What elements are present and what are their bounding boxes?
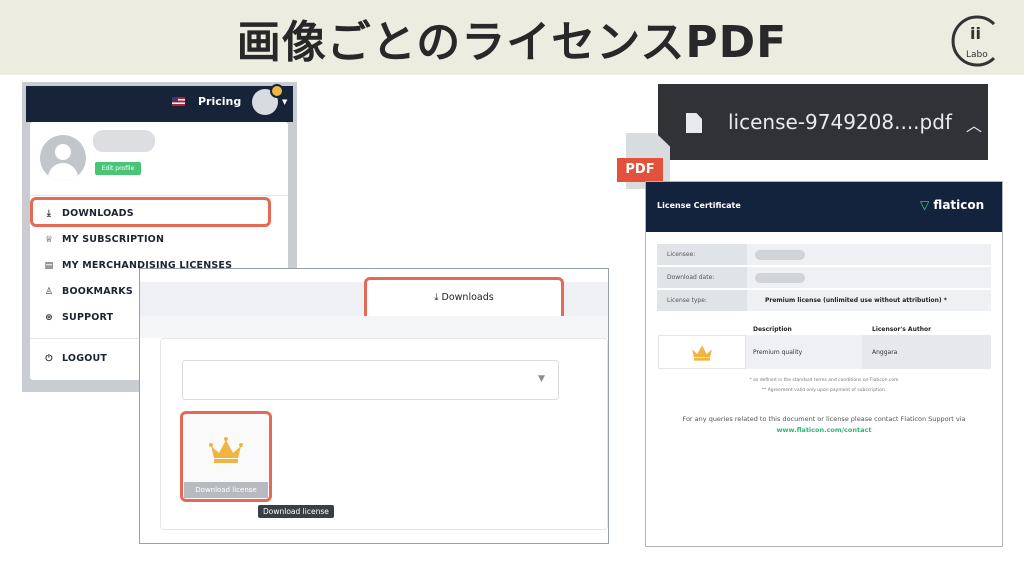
download-item-highlight-box — [180, 411, 272, 502]
contact-link[interactable]: www.flaticon.com/contact — [657, 426, 991, 434]
pricing-link[interactable]: Pricing — [198, 95, 241, 108]
terms-note: * as defined in the standard terms and c… — [749, 378, 899, 383]
flaticon-mark-icon: ▽ — [920, 198, 930, 212]
power-icon: ⏻ — [45, 353, 53, 364]
col-author-header: Licensor's Author — [872, 326, 932, 333]
bookmark-icon: ♙ — [44, 286, 54, 297]
us-flag-icon[interactable] — [172, 97, 185, 106]
logo-text: Labo — [966, 50, 988, 60]
downloaded-file-name[interactable]: license-9749208....pdf — [728, 110, 952, 134]
menu-item-label: DOWNLOADS — [62, 208, 134, 219]
select-caret-icon[interactable]: ▼ — [538, 374, 545, 384]
menu-item-label: BOOKMARKS — [62, 286, 133, 297]
license-icon: ▤ — [44, 260, 54, 271]
menu-item-label: MY SUBSCRIPTION — [62, 234, 165, 245]
product-author: Anggara — [872, 349, 898, 356]
menu-item-logout[interactable]: ⏻ LOGOUT — [44, 353, 107, 364]
menu-item-label: LOGOUT — [62, 353, 108, 364]
crown-icon: ♕ — [44, 234, 54, 245]
menu-item-support[interactable]: ⊛ SUPPORT — [44, 312, 113, 323]
licensee-row: Licensee: — [657, 244, 991, 265]
downloads-tab-highlight-box — [364, 277, 564, 321]
redacted-value — [755, 250, 805, 260]
menu-item-bookmarks[interactable]: ♙ BOOKMARKS — [44, 286, 133, 297]
chevron-up-icon[interactable]: ︿ — [966, 112, 982, 136]
pdf-badge: PDF — [617, 158, 663, 182]
brand-name: flaticon — [933, 198, 985, 212]
col-description-header: Description — [753, 326, 792, 333]
support-icon: ⊛ — [45, 312, 53, 323]
download-icon: ⤓ — [46, 208, 52, 219]
profile-name-placeholder — [93, 130, 155, 152]
logo-glyph: ii — [970, 24, 981, 43]
contact-text: For any queries related to this document… — [682, 415, 966, 423]
license-type-row: License type: Premium license (unlimited… — [657, 290, 991, 311]
row-key: Licensee: — [657, 244, 747, 265]
crown-icon — [692, 345, 712, 361]
chevron-down-icon[interactable]: ▼ — [282, 98, 287, 106]
slide-title: 画像ごとのライセンスPDF — [236, 17, 788, 68]
subheader-strip — [140, 316, 608, 338]
edit-profile-button[interactable]: Edit profile — [95, 162, 141, 175]
row-value: Premium license (unlimited use without a… — [765, 297, 947, 304]
profile-avatar — [40, 135, 86, 181]
filter-select[interactable] — [182, 360, 559, 400]
row-key: License type: — [657, 290, 747, 311]
product-description: Premium quality — [753, 349, 803, 356]
flaticon-logo: ▽ flaticon — [920, 198, 984, 212]
premium-crown-badge-icon — [270, 84, 284, 98]
menu-divider — [30, 195, 288, 196]
redacted-value — [755, 273, 805, 283]
menu-item-label: SUPPORT — [62, 312, 114, 323]
agreement-note: ** Agreement valid only upon payment of … — [761, 388, 887, 393]
download-license-tooltip: Download license — [258, 505, 334, 518]
row-key: Download date: — [657, 267, 747, 288]
download-date-row: Download date: — [657, 267, 991, 288]
menu-item-my-subscription[interactable]: ♕ MY SUBSCRIPTION — [44, 234, 164, 245]
certificate-title: License Certificate — [657, 201, 741, 210]
menu-item-downloads[interactable]: ⤓ DOWNLOADS — [44, 208, 134, 219]
